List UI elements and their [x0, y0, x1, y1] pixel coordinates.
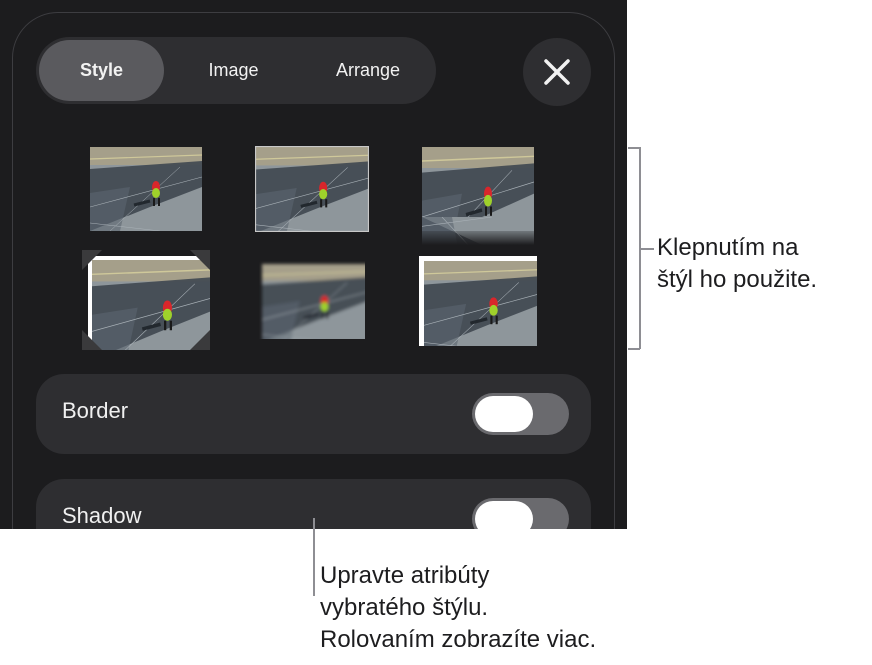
callout-line: štýl ho použite. [657, 266, 818, 293]
border-row: Border [36, 374, 591, 454]
callout-attributes: Upravte atribúty vybratého štýlu. Rolova… [320, 560, 596, 656]
callout-line: Rolovaním zobrazíte viac. [320, 626, 597, 653]
shadow-toggle[interactable] [472, 498, 569, 529]
style-preset-white-frame[interactable] [419, 256, 537, 346]
toggle-knob [475, 501, 533, 529]
tab-image[interactable]: Image [171, 40, 296, 101]
style-preset-reflection[interactable] [422, 147, 534, 245]
callout-style-presets: Klepnutím na štýl ho použite. [657, 232, 817, 296]
callout-line: Upravte atribúty [320, 562, 490, 589]
format-popover: Style Image Arrange Border Shadow [0, 0, 627, 529]
callout-line: Klepnutím na [657, 234, 799, 261]
bracket-bottom [628, 348, 640, 350]
callout-line: vybratého štýlu. [320, 594, 489, 621]
close-button[interactable] [523, 38, 591, 106]
bracket-pointer [640, 248, 654, 250]
toggle-knob [475, 396, 533, 432]
style-preset-thin-border[interactable] [255, 146, 369, 232]
border-label: Border [62, 398, 129, 423]
shadow-label: Shadow [62, 503, 142, 528]
callout-leader-line [313, 518, 315, 596]
tab-style[interactable]: Style [39, 40, 164, 101]
style-preset-plain[interactable] [90, 147, 202, 231]
tab-bar: Style Image Arrange [36, 37, 436, 104]
style-preset-soft-edges[interactable] [259, 261, 365, 339]
xmark-icon [544, 59, 570, 85]
tab-arrange[interactable]: Arrange [304, 40, 432, 101]
border-toggle[interactable] [472, 393, 569, 435]
style-preset-photo-corners[interactable] [82, 250, 210, 350]
